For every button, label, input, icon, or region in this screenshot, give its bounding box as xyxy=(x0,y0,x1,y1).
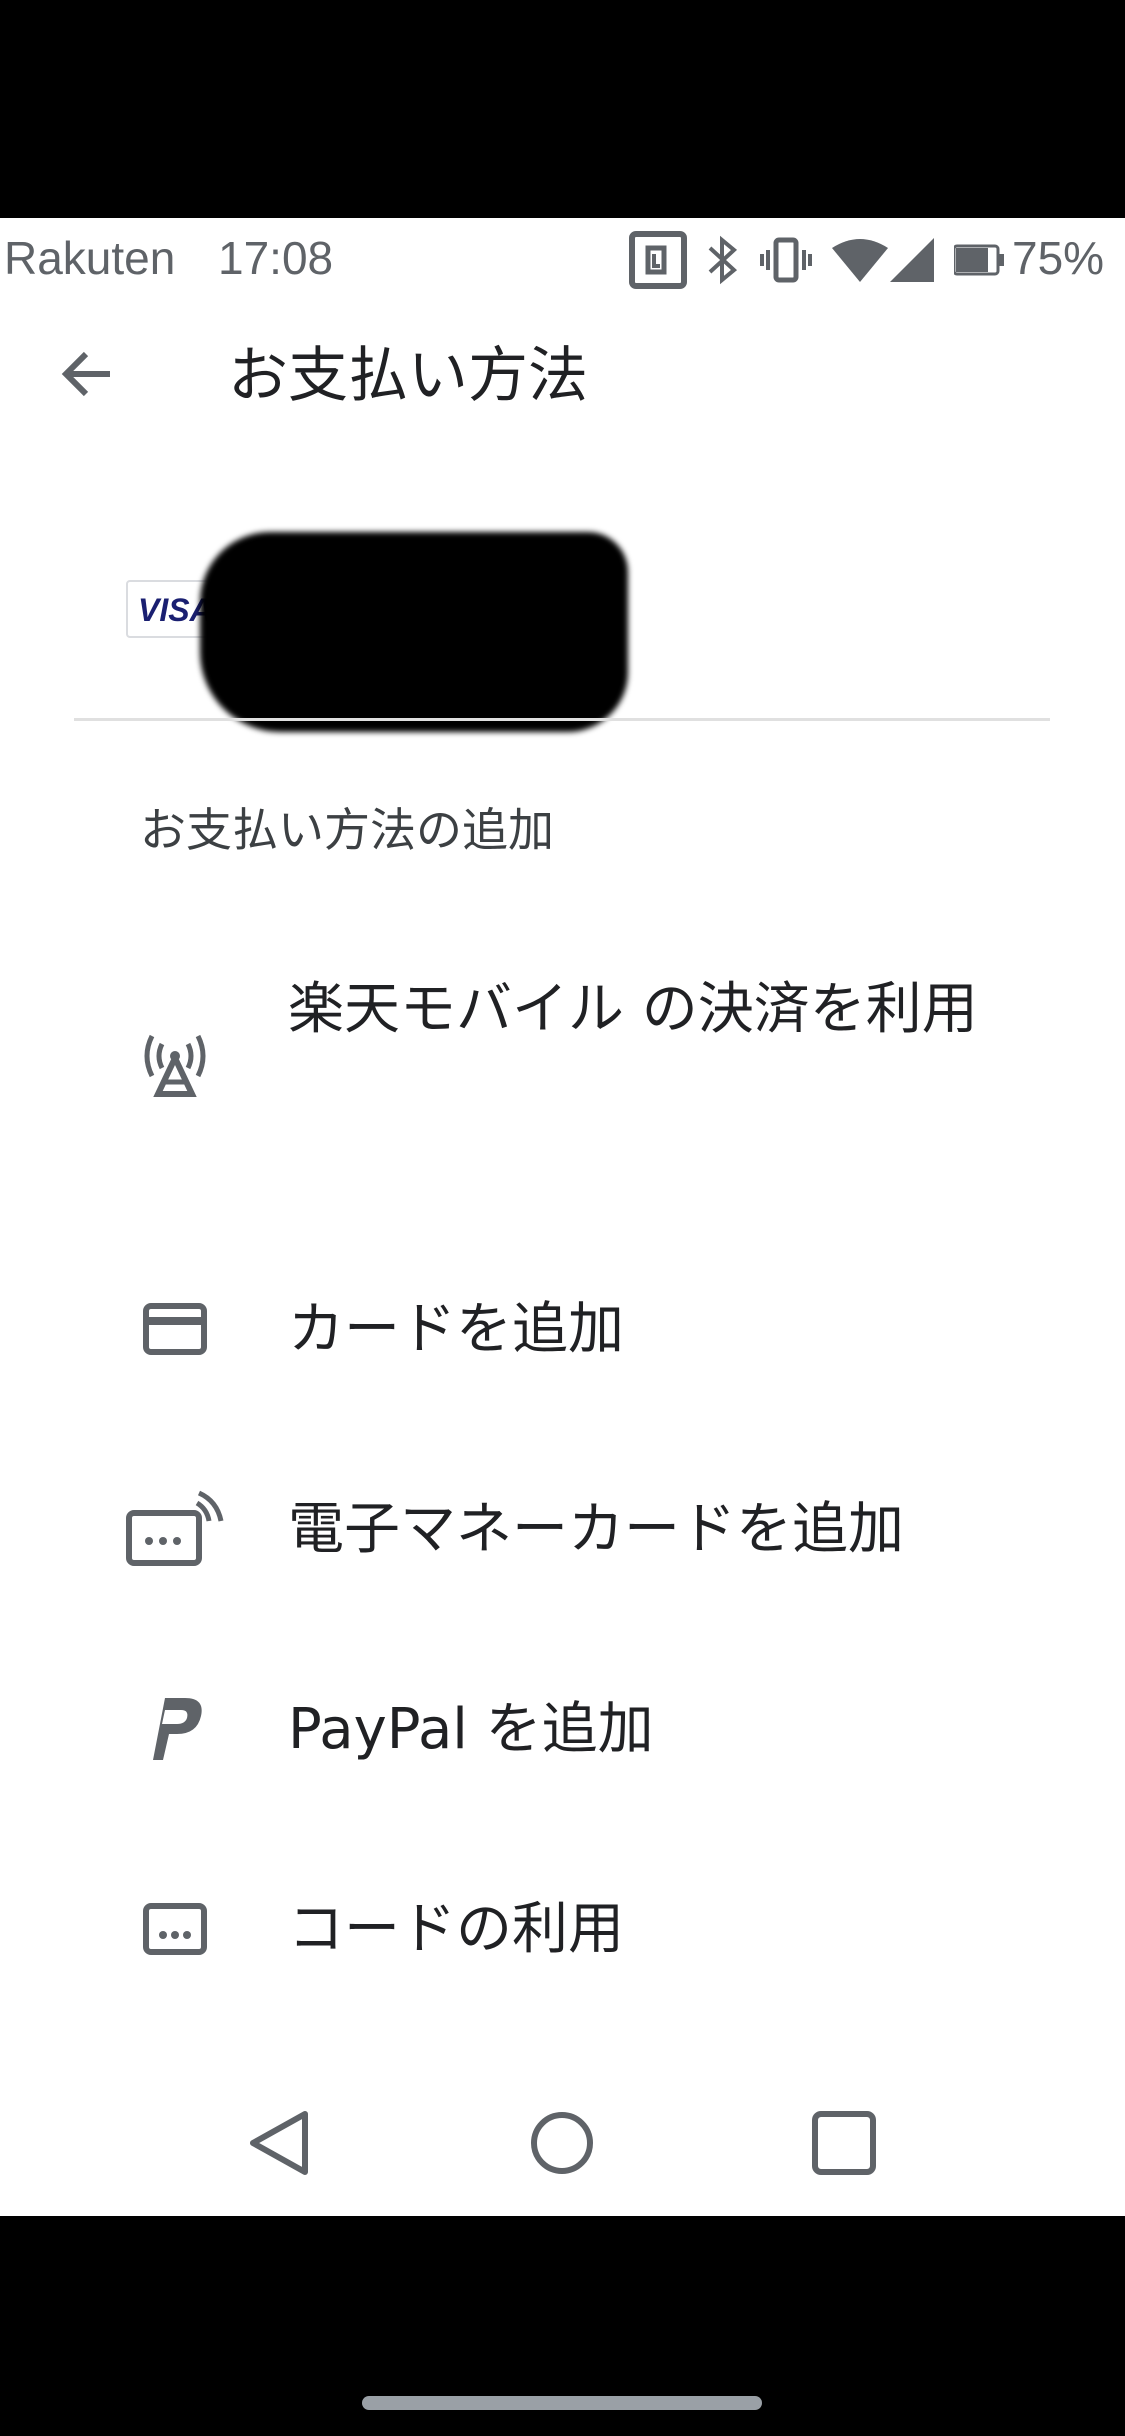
status-time: 17:08 xyxy=(218,232,334,284)
navigation-bar xyxy=(0,2068,1125,2216)
nav-back-button[interactable] xyxy=(220,2088,340,2198)
divider xyxy=(74,718,1050,721)
back-button[interactable] xyxy=(40,326,136,422)
battery-icon xyxy=(954,244,1004,276)
add-card-item[interactable]: カードを追加 xyxy=(0,1240,1125,1418)
carrier-name: Rakuten xyxy=(4,232,176,284)
status-bar: Rakuten 17:08 75% xyxy=(0,218,1125,296)
paypal-label: PayPal を追加 xyxy=(288,1697,654,1762)
credit-card-icon xyxy=(120,1274,230,1384)
screen: Rakuten 17:08 75% お支払い方法 VISA お支払い方法の追加 … xyxy=(0,218,1125,2216)
add-e-money-card-item[interactable]: 電子マネーカードを追加 xyxy=(0,1440,1125,1618)
nfc-icon xyxy=(629,231,687,289)
add-payment-section-header: お支払い方法の追加 xyxy=(140,803,554,857)
nav-recents-icon xyxy=(812,2111,876,2175)
add-carrier-billing-item[interactable]: 楽天モバイル の決済を利用 xyxy=(0,958,1125,1178)
wifi-icon xyxy=(832,239,888,282)
redeem-code-label: コードの利用 xyxy=(288,1897,624,1962)
redeem-code-icon xyxy=(120,1874,230,1984)
home-indicator[interactable] xyxy=(362,2396,762,2410)
app-bar: お支払い方法 xyxy=(0,296,1125,446)
page-title: お支払い方法 xyxy=(228,341,588,411)
saved-card-item[interactable]: VISA xyxy=(74,516,1050,732)
add-card-label: カードを追加 xyxy=(288,1297,624,1362)
nav-home-icon xyxy=(531,2112,593,2174)
redeem-code-item[interactable]: コードの利用 xyxy=(0,1840,1125,2018)
nav-recents-button[interactable] xyxy=(784,2088,904,2198)
vibrate-icon xyxy=(760,237,812,283)
nav-back-icon xyxy=(250,2111,308,2175)
back-arrow-icon xyxy=(61,351,110,397)
carrier-billing-icon xyxy=(120,1010,230,1120)
carrier-billing-label: 楽天モバイル の決済を利用 xyxy=(288,977,978,1042)
nav-home-button[interactable] xyxy=(502,2088,622,2198)
redacted-card-details xyxy=(200,532,628,732)
e-money-card-icon xyxy=(120,1474,230,1584)
paypal-icon xyxy=(120,1674,230,1784)
e-money-card-label: 電子マネーカードを追加 xyxy=(288,1497,904,1562)
bluetooth-icon xyxy=(708,235,738,285)
add-paypal-item[interactable]: PayPal を追加 xyxy=(0,1640,1125,1818)
signal-icon xyxy=(890,238,934,282)
battery-percentage: 75% xyxy=(1012,232,1105,284)
